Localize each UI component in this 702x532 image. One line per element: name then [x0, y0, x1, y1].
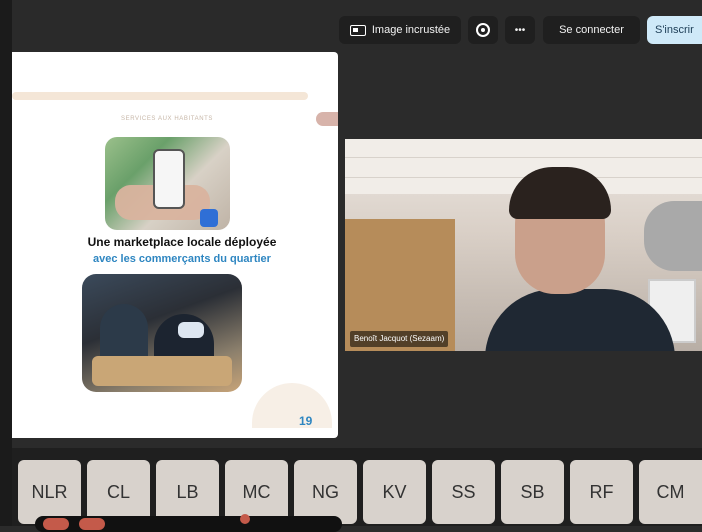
notification-pill	[79, 518, 105, 530]
top-toolbar: Image incrustée ••• Se connecter S'inscr…	[0, 0, 702, 50]
participant-initials: NG	[312, 481, 339, 502]
participant-tile-ng[interactable]: NG	[294, 460, 357, 524]
ventilation-pipe	[644, 201, 702, 271]
phone-shape	[153, 149, 185, 209]
shared-slide: SERVICES AUX HABITANTS Une marketplace l…	[12, 52, 338, 438]
participant-initials: SB	[520, 481, 545, 502]
speaker-body	[485, 289, 675, 351]
login-label: Se connecter	[559, 24, 624, 36]
participant-initials: KV	[382, 481, 407, 502]
login-button[interactable]: Se connecter	[543, 16, 640, 44]
participant-initials: RF	[589, 481, 614, 502]
participant-tile-sb[interactable]: SB	[501, 460, 564, 524]
slide-corner-decoration	[252, 383, 332, 428]
participant-tile-lb[interactable]: LB	[156, 460, 219, 524]
participant-strip: NLR CL LB MC NG KV SS SB RF CM	[12, 448, 702, 526]
speaker-name-tag: Benoît Jacquot (Sezaam)	[350, 331, 449, 347]
food-tray-shape	[92, 356, 232, 386]
participant-initials: NLR	[31, 481, 68, 502]
signup-button[interactable]: S'inscrir	[647, 16, 702, 44]
picture-in-picture-icon	[349, 24, 366, 36]
picture-in-picture-label: Image incrustée	[371, 24, 451, 36]
blue-card-shape	[200, 209, 218, 227]
participant-tile-cl[interactable]: CL	[87, 460, 150, 524]
more-options-button[interactable]: •••	[505, 16, 535, 44]
slide-title-line2: avec les commerçants du quartier	[93, 253, 271, 265]
participant-tile-kv[interactable]: KV	[363, 460, 426, 524]
participant-initials: SS	[451, 481, 476, 502]
slide-page-number: 19	[299, 414, 313, 428]
bottom-notification-bar	[35, 514, 342, 532]
signup-label: S'inscrir	[655, 24, 694, 36]
gear-icon	[476, 23, 490, 37]
participant-tile-ss[interactable]: SS	[432, 460, 495, 524]
slide-title-line1: Une marketplace locale déployée	[87, 235, 277, 249]
more-options-label: •••	[514, 24, 526, 36]
speaker-video[interactable]	[345, 139, 702, 351]
ceiling-grid-line	[345, 157, 702, 158]
participant-initials: MC	[242, 481, 271, 502]
participant-tile-mc[interactable]: MC	[225, 460, 288, 524]
participant-tile-nlr[interactable]: NLR	[18, 460, 81, 524]
participant-tile-cm[interactable]: CM	[639, 460, 702, 524]
slide-kicker: SERVICES AUX HABITANTS	[121, 116, 213, 122]
phone-marketplace-image	[105, 137, 230, 230]
face-mask-shape	[178, 322, 204, 338]
settings-button[interactable]	[468, 16, 498, 44]
slide-decorative-bar	[12, 92, 308, 100]
participant-initials: CM	[656, 481, 685, 502]
shop-workers-image	[82, 274, 242, 392]
notification-badge	[240, 514, 250, 524]
participant-initials: LB	[176, 481, 199, 502]
left-edge-strip	[0, 0, 12, 526]
picture-in-picture-button[interactable]: Image incrustée	[339, 16, 461, 44]
notification-pill	[43, 518, 69, 530]
participant-initials: CL	[106, 481, 130, 502]
participant-tile-rf[interactable]: RF	[570, 460, 633, 524]
